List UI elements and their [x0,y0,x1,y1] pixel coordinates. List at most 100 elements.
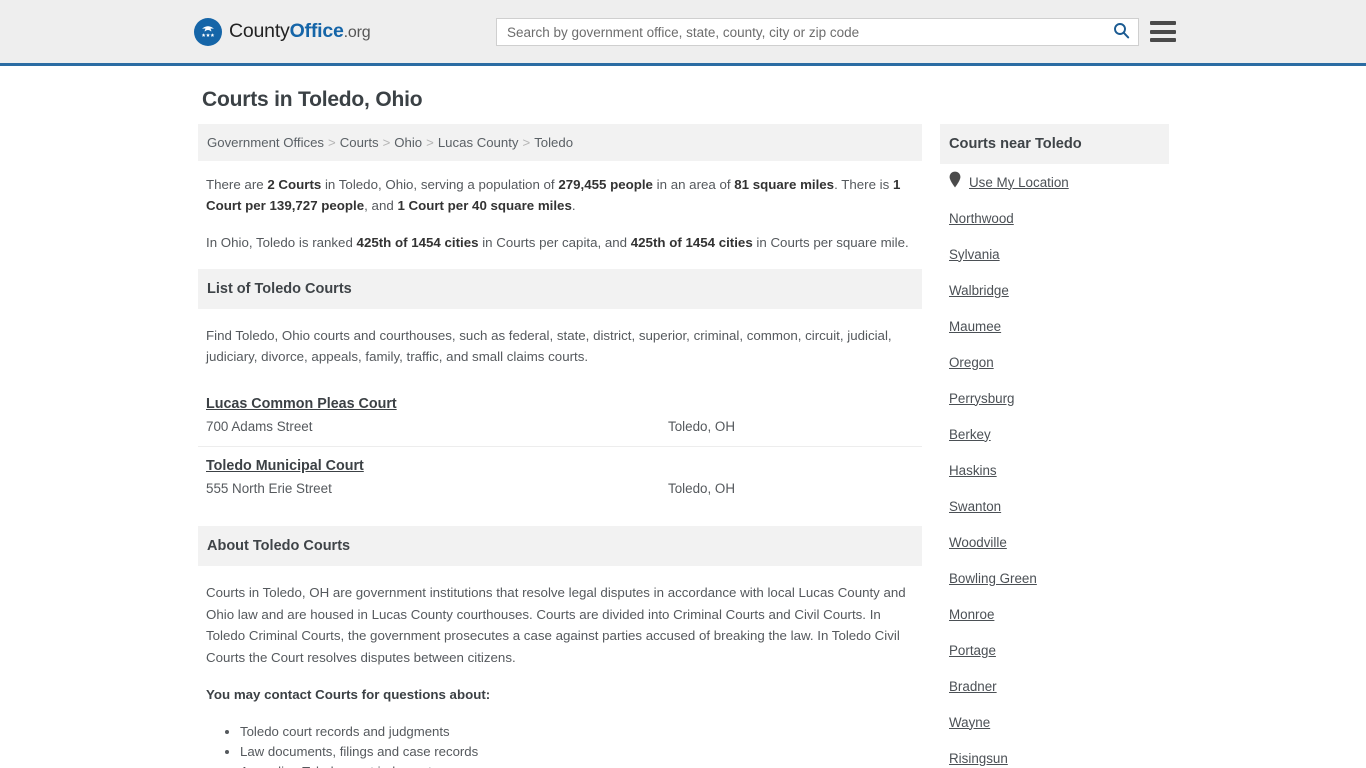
nearby-city-link[interactable]: Oregon [949,355,994,370]
eagle-logo-icon [194,18,222,46]
court-address: 700 Adams Street [206,419,914,434]
about-section-body: Courts in Toledo, OH are government inst… [198,566,922,768]
site-header: CountyOffice.org [0,0,1366,66]
court-city: Toledo, OH [668,419,735,434]
breadcrumb-item-courts[interactable]: Courts [340,135,379,150]
page-title: Courts in Toledo, Ohio [202,88,422,112]
sidebar-item-use-my-location[interactable]: Use My Location [949,164,1160,200]
nearby-city-link[interactable]: Perrysburg [949,391,1015,406]
breadcrumb-separator: > [518,135,534,150]
nearby-city-link[interactable]: Woodville [949,535,1007,550]
stats-rank-capita: 425th of 1454 cities [357,235,479,250]
stats-court-count: 2 Courts [267,177,321,192]
nearby-city-link[interactable]: Bradner [949,679,997,694]
stats-text: , and [364,198,397,213]
nearby-city-link[interactable]: Risingsun [949,751,1008,766]
about-section-heading: About Toledo Courts [198,526,922,566]
nearby-city-link[interactable]: Berkey [949,427,991,442]
sidebar-item-sylvania[interactable]: Sylvania [949,236,1160,272]
nearby-city-link[interactable]: Monroe [949,607,994,622]
sidebar-item-wayne[interactable]: Wayne [949,704,1160,740]
nearby-city-link[interactable]: Maumee [949,319,1001,334]
breadcrumb-item-toledo[interactable]: Toledo [534,135,573,150]
about-section: About Toledo Courts Courts in Toledo, OH… [198,526,922,768]
sidebar-links: Use My Location Northwood Sylvania Walbr… [940,164,1169,768]
nearby-city-link[interactable]: Northwood [949,211,1014,226]
sidebar-item-portage[interactable]: Portage [949,632,1160,668]
court-list: Lucas Common Pleas Court 700 Adams Stree… [198,385,922,508]
stats-paragraph-1: There are 2 Courts in Toledo, Ohio, serv… [206,174,914,216]
stats-text: in an area of [653,177,734,192]
stats-text: in Courts per square mile. [753,235,909,250]
list-section-description: Find Toledo, Ohio courts and courthouses… [198,309,922,377]
hamburger-menu-icon[interactable] [1150,19,1176,44]
stats-text: There are [206,177,267,192]
sidebar-item-northwood[interactable]: Northwood [949,200,1160,236]
list-item: Law documents, filings and case records [240,742,914,762]
court-name-link[interactable]: Toledo Municipal Court [206,458,364,474]
court-list-item[interactable]: Lucas Common Pleas Court 700 Adams Stree… [198,385,922,447]
stats-per-area: 1 Court per 40 square miles [397,198,571,213]
sidebar-item-risingsun[interactable]: Risingsun [949,740,1160,768]
sidebar-heading: Courts near Toledo [940,124,1169,164]
breadcrumb-separator: > [324,135,340,150]
breadcrumb-item-ohio[interactable]: Ohio [394,135,422,150]
statistics-section: There are 2 Courts in Toledo, Ohio, serv… [198,161,922,253]
contact-topics-list: Toledo court records and judgments Law d… [206,722,914,768]
search-input[interactable] [497,19,1104,45]
nearby-city-link[interactable]: Wayne [949,715,990,730]
court-address: 555 North Erie Street [206,481,914,496]
contact-label: You may contact Courts for questions abo… [206,684,914,706]
map-pin-icon [949,171,961,193]
stats-paragraph-2: In Ohio, Toledo is ranked 425th of 1454 … [206,232,914,253]
sidebar-item-haskins[interactable]: Haskins [949,452,1160,488]
court-city: Toledo, OH [668,481,735,496]
stats-population: 279,455 people [558,177,653,192]
nearby-city-link[interactable]: Swanton [949,499,1001,514]
stats-text: in Toledo, Ohio, serving a population of [321,177,558,192]
stats-text: In Ohio, Toledo is ranked [206,235,357,250]
sidebar-item-swanton[interactable]: Swanton [949,488,1160,524]
search-bar[interactable] [496,18,1139,46]
breadcrumb-item-government-offices[interactable]: Government Offices [207,135,324,150]
sidebar-item-bradner[interactable]: Bradner [949,668,1160,704]
use-my-location-link[interactable]: Use My Location [969,175,1069,190]
sidebar-item-perrysburg[interactable]: Perrysburg [949,380,1160,416]
nearby-city-link[interactable]: Portage [949,643,996,658]
sidebar-item-bowling-green[interactable]: Bowling Green [949,560,1160,596]
sidebar-item-monroe[interactable]: Monroe [949,596,1160,632]
sidebar-item-berkey[interactable]: Berkey [949,416,1160,452]
menu-bar-1 [1150,21,1176,25]
menu-bar-3 [1150,38,1176,42]
sidebar-item-walbridge[interactable]: Walbridge [949,272,1160,308]
brand-part-office: Office [290,20,344,42]
stats-area: 81 square miles [734,177,834,192]
stats-text: . There is [834,177,893,192]
brand-part-org: .org [344,24,371,41]
breadcrumb: Government Offices>Courts>Ohio>Lucas Cou… [198,124,922,161]
nearby-city-link[interactable]: Walbridge [949,283,1009,298]
nearby-city-link[interactable]: Sylvania [949,247,1000,262]
sidebar-item-maumee[interactable]: Maumee [949,308,1160,344]
brand-part-county: County [229,20,290,42]
search-icon [1113,22,1130,42]
nearby-courts-sidebar: Courts near Toledo Use My Location North… [940,124,1169,768]
sidebar-item-oregon[interactable]: Oregon [949,344,1160,380]
nearby-city-link[interactable]: Bowling Green [949,571,1037,586]
breadcrumb-separator: > [422,135,438,150]
nearby-city-link[interactable]: Haskins [949,463,997,478]
sidebar-item-woodville[interactable]: Woodville [949,524,1160,560]
stats-rank-area: 425th of 1454 cities [631,235,753,250]
breadcrumb-separator: > [379,135,395,150]
main-content: Government Offices>Courts>Ohio>Lucas Cou… [198,124,922,768]
court-list-section: List of Toledo Courts Find Toledo, Ohio … [198,269,922,508]
stats-text: . [572,198,576,213]
stats-text: in Courts per capita, and [479,235,631,250]
search-button[interactable] [1104,19,1138,45]
court-list-item[interactable]: Toledo Municipal Court 555 North Erie St… [198,447,922,508]
court-name-link[interactable]: Lucas Common Pleas Court [206,396,397,412]
site-logo[interactable]: CountyOffice.org [194,18,370,46]
breadcrumb-item-lucas-county[interactable]: Lucas County [438,135,519,150]
list-item: Toledo court records and judgments [240,722,914,742]
list-section-heading: List of Toledo Courts [198,269,922,309]
